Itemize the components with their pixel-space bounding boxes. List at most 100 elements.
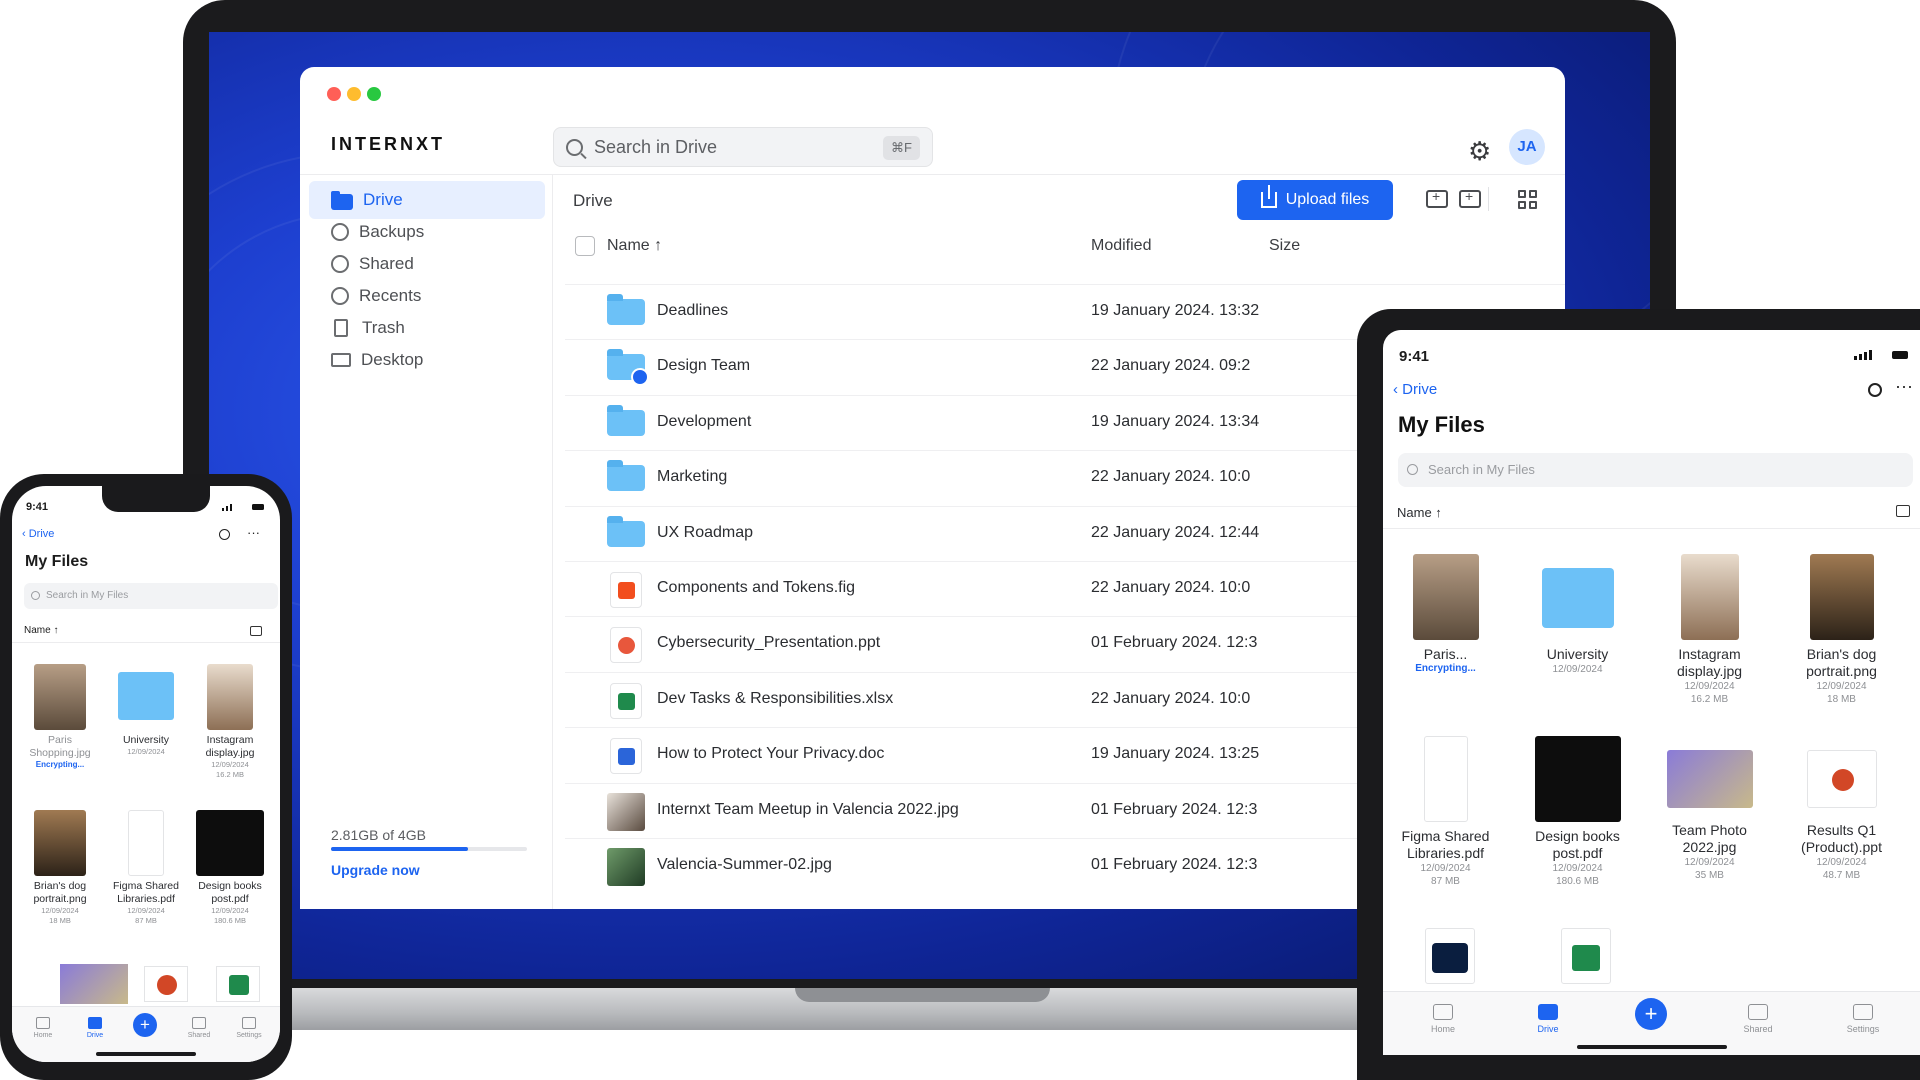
- grid-item[interactable]: Figma Shared Libraries.pdf 12/09/2024 87…: [104, 810, 188, 926]
- back-button[interactable]: ‹ Drive: [1393, 381, 1437, 398]
- back-button[interactable]: ‹ Drive: [22, 528, 54, 540]
- file-modified: 01 February 2024. 12:3: [1091, 634, 1258, 652]
- column-header-size[interactable]: Size: [1269, 237, 1300, 255]
- grid-item[interactable]: Brian's dog portrait.png 12/09/2024 18 M…: [18, 810, 102, 926]
- powerpoint-file-icon[interactable]: [144, 966, 188, 1002]
- search-input[interactable]: Search in My Files: [1398, 453, 1913, 487]
- item-date: 12/09/2024: [1420, 863, 1471, 874]
- item-name: Results Q1 (Product).ppt: [1801, 822, 1882, 855]
- item-name: Brian's dog portrait.png: [1806, 646, 1877, 679]
- tab-home[interactable]: Home: [20, 1017, 66, 1039]
- grid-item[interactable]: Paris... Encrypting...: [1388, 554, 1503, 674]
- item-size: 18 MB: [1827, 694, 1856, 705]
- tab-settings[interactable]: Settings: [1833, 1004, 1893, 1034]
- breadcrumb[interactable]: Drive: [573, 191, 613, 211]
- item-date: 12/09/2024: [211, 906, 249, 915]
- storage-progress-bar: [331, 847, 527, 851]
- pdf-thumbnail: [128, 810, 164, 876]
- upload-folder-icon[interactable]: [1426, 188, 1448, 208]
- file-modified: 19 January 2024. 13:34: [1091, 412, 1260, 430]
- file-name: Valencia-Summer-02.jpg: [657, 855, 832, 873]
- encrypting-status: Encrypting...: [35, 760, 85, 769]
- tab-shared[interactable]: Shared: [1728, 1004, 1788, 1034]
- add-button[interactable]: +: [133, 1013, 157, 1037]
- excel-file-icon[interactable]: [1561, 928, 1611, 984]
- item-name: University: [122, 734, 170, 746]
- settings-gear-icon[interactable]: ⚙: [1468, 136, 1491, 167]
- storage-usage-text: 2.81GB of 4GB: [331, 827, 426, 843]
- grid-item[interactable]: Instagram display.jpg 12/09/2024 16.2 MB: [188, 664, 272, 780]
- column-header-name[interactable]: Name ↑: [607, 237, 662, 255]
- grid-view-icon[interactable]: [1518, 190, 1538, 210]
- item-date: 12/09/2024: [1816, 681, 1867, 692]
- search-input[interactable]: Search in My Files: [24, 583, 278, 609]
- grid-item[interactable]: Figma Shared Libraries.pdf 12/09/2024 87…: [1388, 736, 1503, 888]
- grid-item[interactable]: Team Photo 2022.jpg 12/09/2024 35 MB: [1652, 736, 1767, 882]
- file-name: Internxt Team Meetup in Valencia 2022.jp…: [657, 800, 959, 818]
- folder-icon: [118, 672, 174, 720]
- list-view-icon[interactable]: [250, 626, 262, 636]
- sidebar-item-desktop[interactable]: Desktop: [309, 341, 545, 379]
- photoshop-file-icon[interactable]: [1425, 928, 1475, 984]
- photo-thumbnail: [1666, 750, 1753, 808]
- photo-thumbnail: [1412, 554, 1479, 640]
- sidebar-divider: [552, 174, 553, 909]
- tab-settings[interactable]: Settings: [226, 1017, 272, 1039]
- item-size: 16.2 MB: [216, 770, 244, 779]
- new-folder-icon[interactable]: [1459, 188, 1481, 208]
- figma-file-icon: [610, 571, 642, 608]
- search-icon[interactable]: [1868, 383, 1882, 397]
- minimize-window-button[interactable]: [347, 87, 361, 101]
- file-name: Dev Tasks & Responsibilities.xlsx: [657, 689, 894, 707]
- close-window-button[interactable]: [327, 87, 341, 101]
- tab-drive[interactable]: Drive: [1518, 1004, 1578, 1034]
- grid-item[interactable]: Design books post.pdf 12/09/2024 180.6 M…: [1520, 736, 1635, 888]
- add-button[interactable]: +: [1635, 998, 1667, 1030]
- item-size: 18 MB: [49, 916, 71, 925]
- grid-item[interactable]: Design books post.pdf 12/09/2024 180.6 M…: [188, 810, 272, 926]
- search-icon[interactable]: [219, 529, 230, 540]
- tab-home[interactable]: Home: [1413, 1004, 1473, 1034]
- upgrade-now-link[interactable]: Upgrade now: [331, 862, 420, 878]
- grid-item[interactable]: University 12/09/2024: [104, 664, 188, 757]
- excel-file-icon[interactable]: [216, 966, 260, 1002]
- powerpoint-file-icon: [610, 627, 642, 664]
- file-modified: 22 January 2024. 10:0: [1091, 468, 1251, 486]
- more-options-icon[interactable]: ···: [1895, 376, 1913, 397]
- grid-item[interactable]: Instagram display.jpg 12/09/2024 16.2 MB: [1652, 554, 1767, 706]
- home-indicator: [96, 1052, 196, 1056]
- file-modified: 22 January 2024. 10:0: [1091, 578, 1251, 596]
- grid-item[interactable]: University 12/09/2024: [1520, 554, 1635, 676]
- upload-files-button[interactable]: Upload files: [1237, 180, 1393, 220]
- phone-screen: 9:41 ‹ Drive ··· My Files Search in My F…: [12, 486, 280, 1062]
- photo-thumbnail[interactable]: [60, 964, 128, 1004]
- search-icon: [566, 139, 583, 156]
- tab-drive[interactable]: Drive: [72, 1017, 118, 1039]
- file-table-header: Name ↑ Modified Size: [565, 227, 1565, 267]
- file-name: Components and Tokens.fig: [657, 578, 856, 596]
- grid-item[interactable]: Brian's dog portrait.png 12/09/2024 18 M…: [1784, 554, 1899, 706]
- column-header-modified[interactable]: Modified: [1091, 237, 1151, 255]
- item-date: 12/09/2024: [1816, 857, 1867, 868]
- list-view-icon[interactable]: [1896, 505, 1910, 517]
- zoom-window-button[interactable]: [367, 87, 381, 101]
- user-avatar[interactable]: JA: [1509, 129, 1545, 165]
- select-all-checkbox[interactable]: [575, 236, 595, 256]
- file-modified: 01 February 2024. 12:3: [1091, 800, 1258, 818]
- file-name: How to Protect Your Privacy.doc: [657, 745, 885, 763]
- sort-control[interactable]: Name ↑: [1397, 505, 1442, 520]
- folder-icon: [331, 191, 353, 210]
- file-name: Development: [657, 412, 752, 430]
- tab-shared[interactable]: Shared: [176, 1017, 222, 1039]
- item-name: Instagram display.jpg: [205, 734, 255, 759]
- tab-label: Drive: [86, 1032, 104, 1039]
- more-options-icon[interactable]: ···: [247, 525, 260, 540]
- item-date: 12/09/2024: [1552, 664, 1603, 675]
- home-icon: [36, 1017, 50, 1029]
- pdf-thumbnail: [196, 810, 264, 876]
- sort-control[interactable]: Name ↑: [24, 625, 58, 636]
- grid-item[interactable]: Paris Shopping.jpg Encrypting...: [18, 664, 102, 769]
- tab-label: Shared: [1743, 1024, 1773, 1034]
- drive-search-input[interactable]: Search in Drive ⌘F: [553, 127, 933, 167]
- grid-item[interactable]: Results Q1 (Product).ppt 12/09/2024 48.7…: [1784, 736, 1899, 882]
